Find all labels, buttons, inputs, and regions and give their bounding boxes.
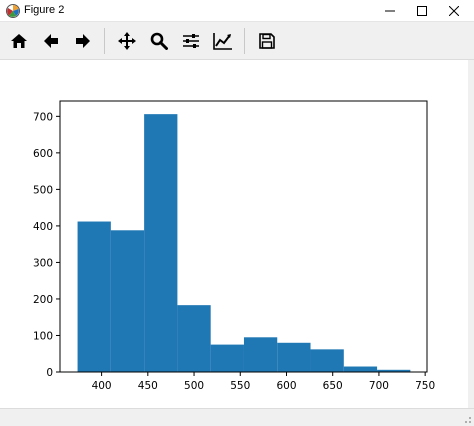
histogram-bar (310, 349, 344, 372)
window-border (468, 60, 474, 408)
close-button[interactable] (438, 0, 470, 22)
zoom-icon (150, 32, 168, 50)
close-icon (449, 6, 459, 16)
zoom-button[interactable] (146, 28, 172, 54)
x-tick-label: 700 (369, 380, 389, 392)
subplots-config-button[interactable] (178, 28, 204, 54)
matplotlib-logo-icon (6, 4, 20, 18)
pan-icon (118, 32, 136, 50)
y-tick-label: 400 (33, 221, 53, 233)
histogram-bar (343, 366, 378, 372)
x-tick-label: 550 (230, 380, 250, 392)
histogram-bar (110, 230, 145, 372)
toolbar-separator (244, 28, 245, 54)
histogram-bar (210, 344, 244, 372)
y-tick-label: 0 (46, 367, 53, 379)
figure-canvas[interactable]: 400 450 500 550 600 650 700 750 0 100 200 300 400 50… (0, 60, 474, 408)
x-tick-label: 750 (415, 380, 435, 392)
histogram-bar (243, 337, 278, 372)
y-tick-label: 100 (33, 330, 53, 342)
home-button[interactable] (6, 28, 32, 54)
y-tick-label: 700 (33, 111, 53, 123)
back-arrow-icon (44, 34, 58, 48)
title-bar: Figure 2 (0, 0, 474, 22)
forward-arrow-icon (76, 34, 90, 48)
histogram-bar (77, 221, 111, 372)
maximize-icon (417, 6, 427, 16)
x-tick-label: 600 (276, 380, 296, 392)
toolbar-separator (104, 28, 105, 54)
forward-button[interactable] (70, 28, 96, 54)
histogram-bar (144, 114, 178, 372)
y-tick-label: 500 (33, 184, 53, 196)
edit-axes-icon (213, 33, 232, 50)
edit-axes-button[interactable] (210, 28, 236, 54)
back-button[interactable] (38, 28, 64, 54)
histogram-bar (277, 342, 311, 372)
navigation-toolbar (0, 22, 474, 60)
status-bar (0, 408, 474, 426)
window-title: Figure 2 (24, 4, 65, 16)
pan-button[interactable] (114, 28, 140, 54)
x-tick-label: 650 (323, 380, 343, 392)
minimize-icon (385, 10, 395, 12)
subplots-config-icon (183, 34, 199, 48)
y-tick-label: 200 (33, 294, 53, 306)
maximize-button[interactable] (406, 0, 438, 22)
y-tick-label: 300 (33, 257, 53, 269)
resize-grip-icon[interactable] (462, 414, 472, 424)
save-icon (259, 33, 275, 49)
histogram-bar (177, 305, 211, 372)
save-button[interactable] (254, 28, 280, 54)
home-icon (11, 34, 27, 48)
x-tick-label: 500 (184, 380, 204, 392)
x-tick-label: 400 (92, 380, 112, 392)
minimize-button[interactable] (374, 0, 406, 22)
histogram-chart: 400 450 500 550 600 650 700 750 0 100 200 300 400 50… (33, 100, 435, 392)
y-tick-label: 600 (33, 148, 53, 160)
x-tick-label: 450 (138, 380, 158, 392)
